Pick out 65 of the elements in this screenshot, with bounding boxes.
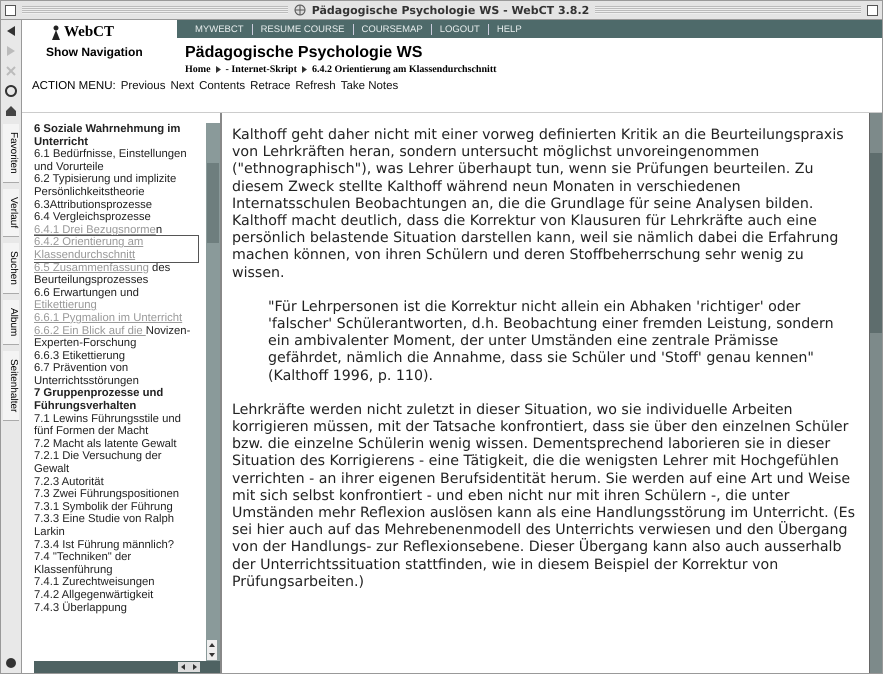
toc-item[interactable]: 7.1 Lewins Führungsstile und fünf Formen der Macht bbox=[34, 412, 198, 438]
toc-item[interactable]: 6.6.3 Etikettierung bbox=[34, 350, 198, 362]
body-paragraph: Kalthoff geht daher nicht mit einer vorweg definierten Kritik an die Beurteilungspraxis von Lehrkräften heran, sondern untersucht möglichst unvoreingenommen ("ethnographisch"), was Lehrer überhaupt tun, wenn sie Prüfungen beurteilen. Zu diesem Zweck stellte Kalthoff während neun Monaten in verschiedenen Internatsschulen Beobachtungen an, die die Grundlage für seine Analysen bilden. Kalthoff macht deutlich, dass die Korrektur von Klausuren für Lehrkräfte auch eine persönlich belastende Situation darstellen kann, weil sie nämlich dabei die Erfahrung machen können, von ihren Schülern und deren Stoffbeherrschung sehr wenig zu wissen. bbox=[232, 127, 845, 282]
toc-item[interactable]: 7.4 "Techniken" der Klassenführung bbox=[34, 551, 198, 576]
breadcrumb-link[interactable]: 6.4.2 Orientierung am Klassendurchschnitt bbox=[312, 64, 496, 75]
sidebar-tab[interactable]: Suchen bbox=[3, 242, 19, 294]
toc-item[interactable]: 6.6 Erwartungen und Etikettierung bbox=[34, 286, 198, 312]
toc-item[interactable]: 6.4.1 Drei Bezugsnormen bbox=[34, 224, 198, 236]
action-menu-link[interactable]: Next bbox=[170, 80, 194, 92]
action-menu-link[interactable]: Retrace bbox=[250, 80, 290, 92]
sidebar-tab[interactable]: Favoriten bbox=[3, 124, 19, 183]
scrollbar[interactable] bbox=[869, 113, 882, 673]
webct-logo: WebCT bbox=[50, 24, 177, 41]
toc-item[interactable]: 6.1 Bedürfnisse, Einstellungen und Vorurteile bbox=[34, 148, 198, 174]
toc-item[interactable]: 6 Soziale Wahrnehmung im Unterricht bbox=[34, 123, 198, 148]
close-box-icon[interactable] bbox=[5, 4, 16, 16]
toc-item[interactable]: 6.7 Prävention von Unterrichtsstörungen bbox=[34, 362, 198, 388]
scroll-thumb[interactable] bbox=[870, 153, 882, 333]
toc-item[interactable]: 7 Gruppenprozesse und Führungsverhalten bbox=[34, 387, 198, 413]
toc-item[interactable]: 7.3.1 Symbolik der Führung bbox=[34, 500, 198, 514]
breadcrumb-link[interactable]: Home bbox=[185, 64, 211, 75]
home-icon[interactable] bbox=[4, 104, 18, 118]
toc-item[interactable]: 7.2.3 Autorität bbox=[34, 476, 198, 488]
breadcrumb-arrow-icon bbox=[302, 66, 307, 73]
action-menu-link[interactable]: Refresh bbox=[295, 80, 336, 92]
scroll-arrows-icon[interactable] bbox=[207, 640, 217, 660]
toc-item[interactable]: 7.4.1 Zurechtweisungen bbox=[34, 576, 198, 589]
action-menu-link[interactable]: Contents bbox=[199, 80, 246, 92]
horizontal-scrollbar[interactable] bbox=[34, 661, 220, 673]
block-quote: "Für Lehrpersonen ist die Korrektur nicht allein ein Abhaken 'richtiger' oder 'falscher' Schülerantworten, d.h. Beobachtung einer fremden Leistung, sondern ein ambivalenter Moment, der unter Umständen eine zentrale Prämisse gefährdet, nämlich die Annahme, dass sie Schüler und 'Stoff' genau kennen" (Kalthoff 1996, p. 110). bbox=[268, 298, 835, 385]
toc-item[interactable]: 7.4.3 Überlappung bbox=[34, 602, 198, 614]
course-title: Pädagogische Psychologie WS bbox=[185, 44, 424, 62]
nav-link[interactable]: LOGOUT bbox=[430, 24, 488, 34]
toc-item[interactable]: 7.3.4 Ist Führung männlich? bbox=[34, 538, 198, 552]
scroll-arrows-icon[interactable] bbox=[178, 662, 200, 672]
toc-item[interactable]: 6.2 Typisierung und implizite Persönlichkeitstheorie bbox=[34, 173, 198, 199]
toc-item[interactable]: 6.4 Vergleichsprozesse bbox=[34, 211, 198, 224]
breadcrumb-link[interactable]: - Internet-Skript bbox=[226, 64, 297, 75]
show-navigation-link[interactable]: Show Navigation bbox=[46, 45, 177, 59]
body-paragraph: Lehrkräfte werden nicht zuletzt in dieser Situation, wo sie individuelle Arbeiten korrigieren müssen, mit der Tatsache konfrontiert, dass sie über den einzelnen Schüler bzw. die einzelne Schülerin wenig wissen. Dementsprechend laborieren sie in dieser Situation des Korrigierens - eine Tätigkeit, die die wenigsten Lehrer mit Hochgefühlen verrichten - an ihrer eigenen Berufsidentität herum. Sie werden auf eine Art und Weise mit sich selbst konfrontiert - und eben nicht nur mit ihren Schülern -, die unter Umständen mehr Reflexion auslösen kann als eine Handlungsstörung im Unterricht. (Es sei hier auch auf das Mehrebenenmodell des Unterrichts verwiesen und den Übergang von der Handlungs- zur Reflexionsebene. Dieser Übergang kann also auch ausserhalb der Unterrichtssituation stattfinden, wie in diesem Beispiel der Korrektur von Prüfungsarbeiten.) bbox=[232, 402, 856, 592]
toc-item[interactable]: 6.5 Zusammenfassung des Beurteilungsprozesses bbox=[34, 262, 198, 287]
toc-item[interactable]: 7.3.3 Eine Studie von Ralph Larkin bbox=[34, 513, 198, 539]
nav-link[interactable]: RESUME COURSE bbox=[252, 24, 352, 34]
action-menu-link[interactable]: Previous bbox=[120, 80, 166, 92]
scroll-thumb[interactable] bbox=[207, 163, 219, 243]
action-menu-label: ACTION MENU: bbox=[32, 80, 116, 92]
toc-item[interactable]: 6.3Attributionsprozesse bbox=[34, 198, 198, 212]
zoom-box-icon[interactable] bbox=[867, 4, 878, 16]
sidebar-tab[interactable]: Verlauf bbox=[3, 188, 19, 237]
toc-item[interactable]: 7.3 Zwei Führungspositionen bbox=[34, 488, 198, 501]
toc-item[interactable]: 6.6.2 Ein Blick auf die Novizen-Experten-Forschung bbox=[34, 324, 198, 350]
globe-icon bbox=[294, 4, 306, 16]
toc-item[interactable]: 7.2.1 Die Versuchung der Gewalt bbox=[34, 450, 198, 476]
sidebar-tab[interactable]: Seitenhalter bbox=[3, 351, 19, 422]
toc-item[interactable]: 7.2 Macht als latente Gewalt bbox=[34, 438, 198, 450]
nav-link[interactable]: COURSEMAP bbox=[352, 24, 431, 34]
action-menu-link[interactable]: Take Notes bbox=[340, 80, 398, 92]
figure-icon bbox=[50, 24, 62, 40]
sidebar-tab[interactable]: Album bbox=[3, 300, 19, 346]
nav-link[interactable]: HELP bbox=[488, 24, 530, 34]
toc-item[interactable]: 7.4.2 Allgegenwärtigkeit bbox=[34, 588, 198, 602]
breadcrumb-arrow-icon bbox=[216, 66, 221, 73]
scrollbar[interactable] bbox=[206, 123, 220, 661]
nav-link[interactable]: MYWEBCT bbox=[187, 24, 252, 34]
window-title: Pädagogische Psychologie WS - WebCT 3.8.2 bbox=[312, 4, 590, 16]
